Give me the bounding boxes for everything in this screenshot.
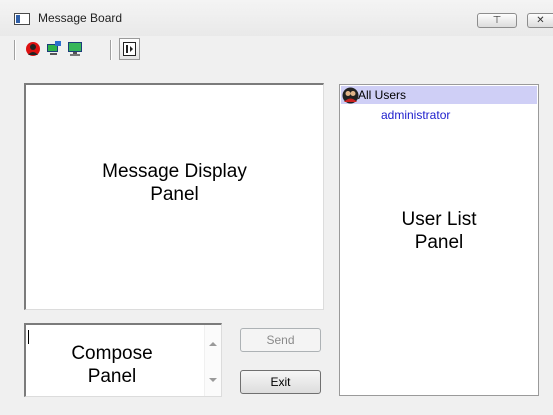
scroll-up-icon[interactable] — [209, 342, 217, 346]
network-computer-icon[interactable] — [46, 41, 62, 57]
title-bar: Message Board ⊤ ✕ — [0, 0, 553, 36]
window-icon — [14, 13, 30, 25]
exit-button[interactable]: Exit — [240, 370, 321, 394]
message-display-panel: Message Display Panel — [24, 83, 324, 310]
all-users-label: All Users — [358, 88, 407, 102]
compose-scrollbar[interactable] — [204, 325, 221, 396]
panel-toggle-button[interactable] — [119, 38, 140, 60]
toolbar-separator — [110, 40, 111, 60]
send-button[interactable]: Send — [240, 328, 321, 352]
user-list-panel: All Users administrator User List Panel — [339, 84, 539, 396]
user-red-icon[interactable] — [25, 41, 41, 57]
computer-monitor-icon[interactable] — [67, 41, 83, 57]
close-button[interactable]: ✕ — [527, 13, 553, 28]
window-title: Message Board — [38, 11, 123, 25]
compose-input[interactable]: Compose Panel — [24, 323, 222, 397]
toolbar-grip — [14, 40, 15, 60]
message-display-label: Message Display Panel — [102, 161, 247, 205]
scroll-down-icon[interactable] — [209, 378, 217, 382]
users-group-icon — [342, 87, 359, 104]
panel-toggle-icon — [123, 42, 136, 56]
all-users-item[interactable]: All Users — [341, 86, 537, 104]
compose-label: Compose Panel — [71, 343, 153, 387]
minimize-button[interactable]: ⊤ — [477, 13, 517, 28]
user-list-label: User List Panel — [401, 209, 477, 253]
user-item[interactable]: administrator — [381, 108, 450, 122]
toolbar — [0, 36, 553, 64]
